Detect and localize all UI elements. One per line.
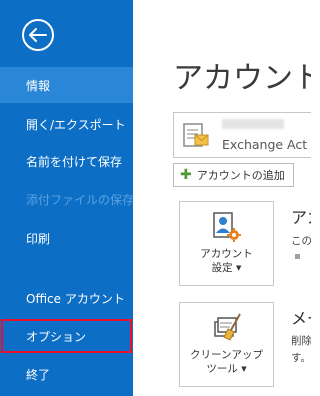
tile-label: クリーンアップ ツール ▼ (180, 348, 273, 376)
account-selector[interactable]: Exchange Act (173, 112, 311, 158)
cleanup-tools-icon (214, 313, 241, 341)
nav-item-office-account[interactable]: Office アカウント (0, 280, 133, 316)
account-email-blurred (222, 119, 284, 129)
chevron-down-icon: ▼ (235, 264, 242, 272)
cleanup-tools-description: 削除 (291, 335, 311, 347)
main-content: アカウント情 Exchange Act ✚ アカウントの追加 アカウント 設定 … (133, 0, 311, 396)
tile-label-line2: ツール (206, 363, 238, 375)
nav-item-info[interactable]: 情報 (0, 67, 133, 103)
nav-item-label: 名前を付けて保存 (26, 154, 123, 169)
tile-label-line1: クリーンアップ (190, 349, 263, 361)
nav-item-label: オプション (26, 329, 87, 344)
cleanup-tools-description-cont: す。 (291, 352, 311, 364)
account-mailbox-icon (183, 123, 209, 147)
nav-item-exit[interactable]: 終了 (0, 356, 133, 392)
tile-label: アカウント 設定 ▼ (180, 247, 273, 275)
back-arrow-icon (29, 28, 47, 42)
nav-item-open-export[interactable]: 開く/エクスポート (0, 106, 133, 142)
nav-item-label: 情報 (26, 78, 51, 93)
backstage-sidebar: 情報 開く/エクスポート 名前を付けて保存 添付ファイルの保存 印刷 Offic… (0, 0, 135, 396)
page-title: アカウント情 (173, 61, 311, 96)
add-account-button[interactable]: ✚ アカウントの追加 (173, 163, 294, 187)
nav-item-label: Office アカウント (26, 291, 125, 306)
nav-item-label: 添付ファイルの保存 (26, 192, 135, 207)
cleanup-tools-button[interactable]: クリーンアップ ツール ▼ (179, 302, 274, 387)
tile-label-line1: アカウント (200, 248, 253, 260)
add-account-label: アカウントの追加 (196, 169, 285, 182)
account-settings-heading: アカ (291, 208, 311, 227)
chevron-down-icon: ▼ (241, 365, 247, 373)
plus-icon: ✚ (180, 167, 192, 183)
tile-label-line2: 設定 (211, 262, 233, 274)
account-settings-description: この (291, 235, 311, 247)
nav-item-save-as[interactable]: 名前を付けて保存 (0, 143, 133, 179)
back-button[interactable] (22, 19, 54, 51)
nav-item-print[interactable]: 印刷 (0, 220, 133, 256)
account-type: Exchange Act (222, 137, 308, 152)
cleanup-tools-heading: メー (291, 309, 311, 328)
bullet-icon (295, 254, 300, 259)
account-settings-icon (213, 212, 241, 242)
nav-item-label: 終了 (26, 367, 51, 382)
account-settings-button[interactable]: アカウント 設定 ▼ (179, 201, 274, 286)
nav-item-label: 印刷 (26, 231, 51, 246)
nav-item-options[interactable]: オプション (0, 318, 133, 354)
nav-item-label: 開く/エクスポート (26, 117, 126, 132)
nav-item-save-attachments: 添付ファイルの保存 (0, 181, 135, 217)
